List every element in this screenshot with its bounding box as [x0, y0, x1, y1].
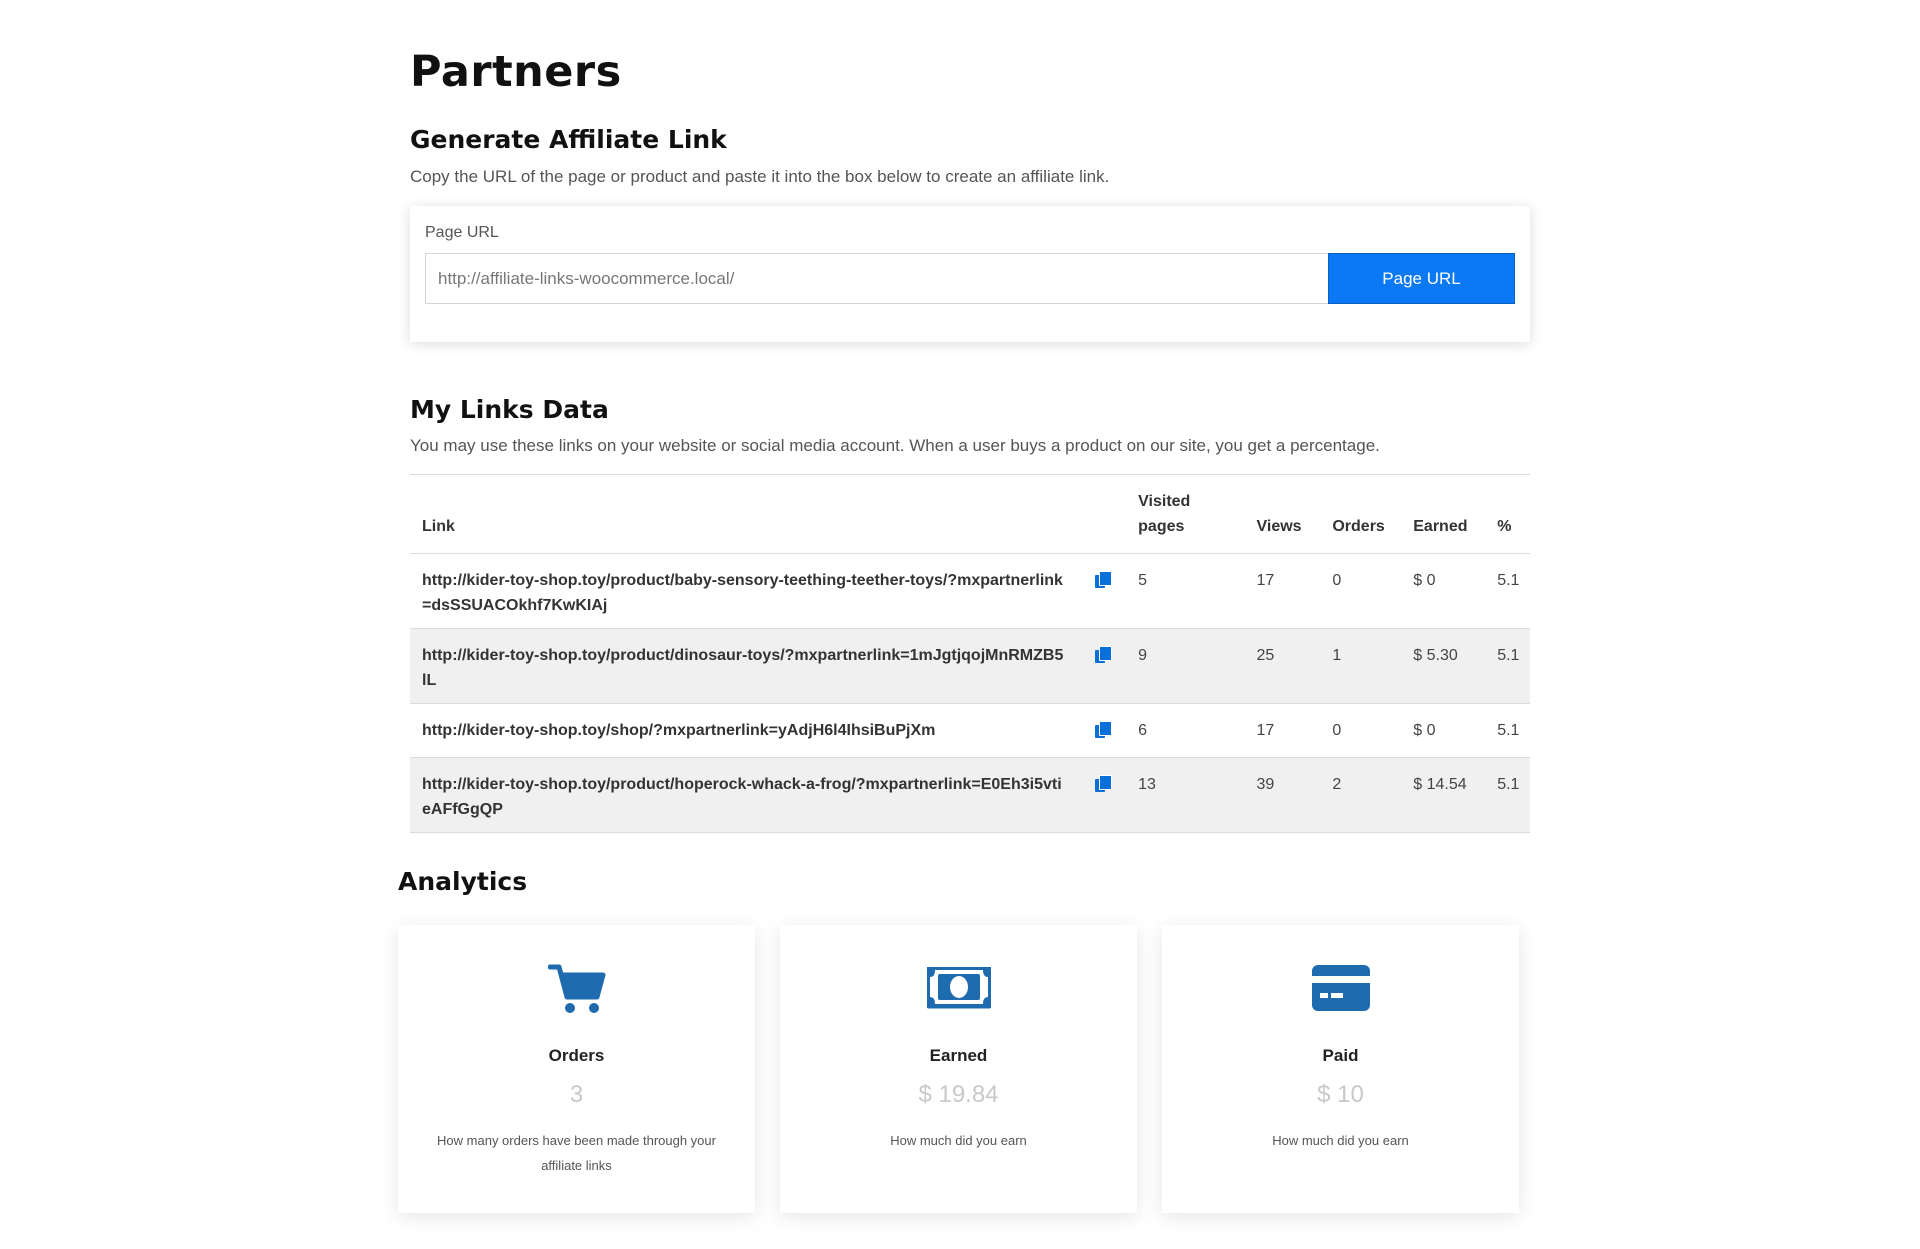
paid-stat-description: How much did you earn [1272, 1133, 1409, 1148]
percent-value: 5.1 [1497, 722, 1520, 739]
visited-pages-value: 6 [1138, 722, 1148, 739]
links-table: Link Visited pages Views Orders Earned %… [410, 474, 1530, 833]
generate-link-description: Copy the URL of the page or product and … [410, 167, 1110, 186]
copy-icon[interactable] [1094, 721, 1112, 739]
earned-value: $ 5.30 [1413, 647, 1458, 664]
table-row: http://kider-toy-shop.toy/product/hopero… [410, 757, 1530, 833]
views-value: 17 [1256, 572, 1275, 589]
views-value: 25 [1256, 647, 1275, 664]
my-links-title: My Links Data [410, 395, 609, 424]
earned-value: $ 0 [1413, 722, 1436, 739]
generate-link-card: Page URL Page URL [410, 206, 1530, 342]
col-link: Link [410, 474, 1078, 554]
copy-icon[interactable] [1094, 775, 1112, 793]
page-url-label: Page URL [425, 224, 499, 241]
col-orders: Orders [1320, 474, 1402, 554]
col-views: Views [1244, 474, 1321, 554]
visited-pages-value: 5 [1138, 572, 1148, 589]
col-copy [1077, 474, 1127, 554]
orders-value: 2 [1332, 776, 1342, 793]
table-row: http://kider-toy-shop.toy/product/dinosa… [410, 628, 1530, 704]
percent-value: 5.1 [1497, 776, 1520, 793]
visited-pages-value: 13 [1138, 776, 1156, 793]
link-url[interactable]: http://kider-toy-shop.toy/product/hopero… [410, 758, 1078, 833]
orders-value: 1 [1332, 647, 1342, 664]
credit-card-icon [1162, 963, 1519, 1023]
money-icon [780, 963, 1137, 1023]
orders-stat-description: How many orders have been made through y… [437, 1133, 716, 1173]
earned-stat-value: $ 19.84 [918, 1081, 999, 1108]
orders-stat-value: 3 [569, 1081, 584, 1108]
earned-value: $ 0 [1413, 572, 1436, 589]
col-visited-pages: Visited pages [1126, 474, 1245, 554]
percent-value: 5.1 [1497, 572, 1520, 589]
copy-icon[interactable] [1094, 646, 1112, 664]
paid-stat-value: $ 10 [1317, 1081, 1364, 1108]
link-url[interactable]: http://kider-toy-shop.toy/shop/?mxpartne… [410, 704, 1078, 758]
table-row: http://kider-toy-shop.toy/shop/?mxpartne… [410, 704, 1530, 758]
table-row: http://kider-toy-shop.toy/product/baby-s… [410, 554, 1530, 629]
links-table-header: Link Visited pages Views Orders Earned % [410, 474, 1530, 554]
cart-icon [398, 963, 755, 1023]
link-url[interactable]: http://kider-toy-shop.toy/product/baby-s… [410, 554, 1078, 629]
col-percent: % [1485, 474, 1530, 554]
col-earned: Earned [1401, 474, 1486, 554]
copy-cell [1078, 629, 1127, 704]
earned-stat-label: Earned [929, 1046, 988, 1065]
views-value: 39 [1256, 776, 1275, 793]
copy-cell [1078, 758, 1127, 833]
link-url[interactable]: http://kider-toy-shop.toy/product/dinosa… [410, 629, 1078, 704]
paid-stat-label: Paid [1322, 1046, 1359, 1065]
earned-value: $ 14.54 [1413, 776, 1467, 793]
my-links-description: You may use these links on your website … [410, 436, 1380, 455]
orders-stat-label: Orders [548, 1046, 605, 1065]
copy-icon[interactable] [1094, 571, 1112, 589]
page-title: Partners [410, 47, 622, 97]
generate-link-button[interactable]: Page URL [1328, 253, 1515, 304]
analytics-title: Analytics [398, 867, 528, 896]
earned-stat-description: How much did you earn [890, 1133, 1027, 1148]
generate-link-title: Generate Affiliate Link [410, 125, 727, 154]
orders-value: 0 [1332, 572, 1342, 589]
visited-pages-value: 9 [1138, 647, 1148, 664]
copy-cell [1078, 554, 1127, 629]
orders-stat-card: Orders 3 How many orders have been made … [398, 925, 755, 1213]
copy-cell [1078, 704, 1127, 758]
percent-value: 5.1 [1497, 647, 1520, 664]
orders-value: 0 [1332, 722, 1342, 739]
page-url-input[interactable] [425, 253, 1338, 304]
views-value: 17 [1256, 722, 1275, 739]
paid-stat-card: Paid $ 10 How much did you earn [1162, 925, 1519, 1213]
earned-stat-card: Earned $ 19.84 How much did you earn [780, 925, 1137, 1213]
